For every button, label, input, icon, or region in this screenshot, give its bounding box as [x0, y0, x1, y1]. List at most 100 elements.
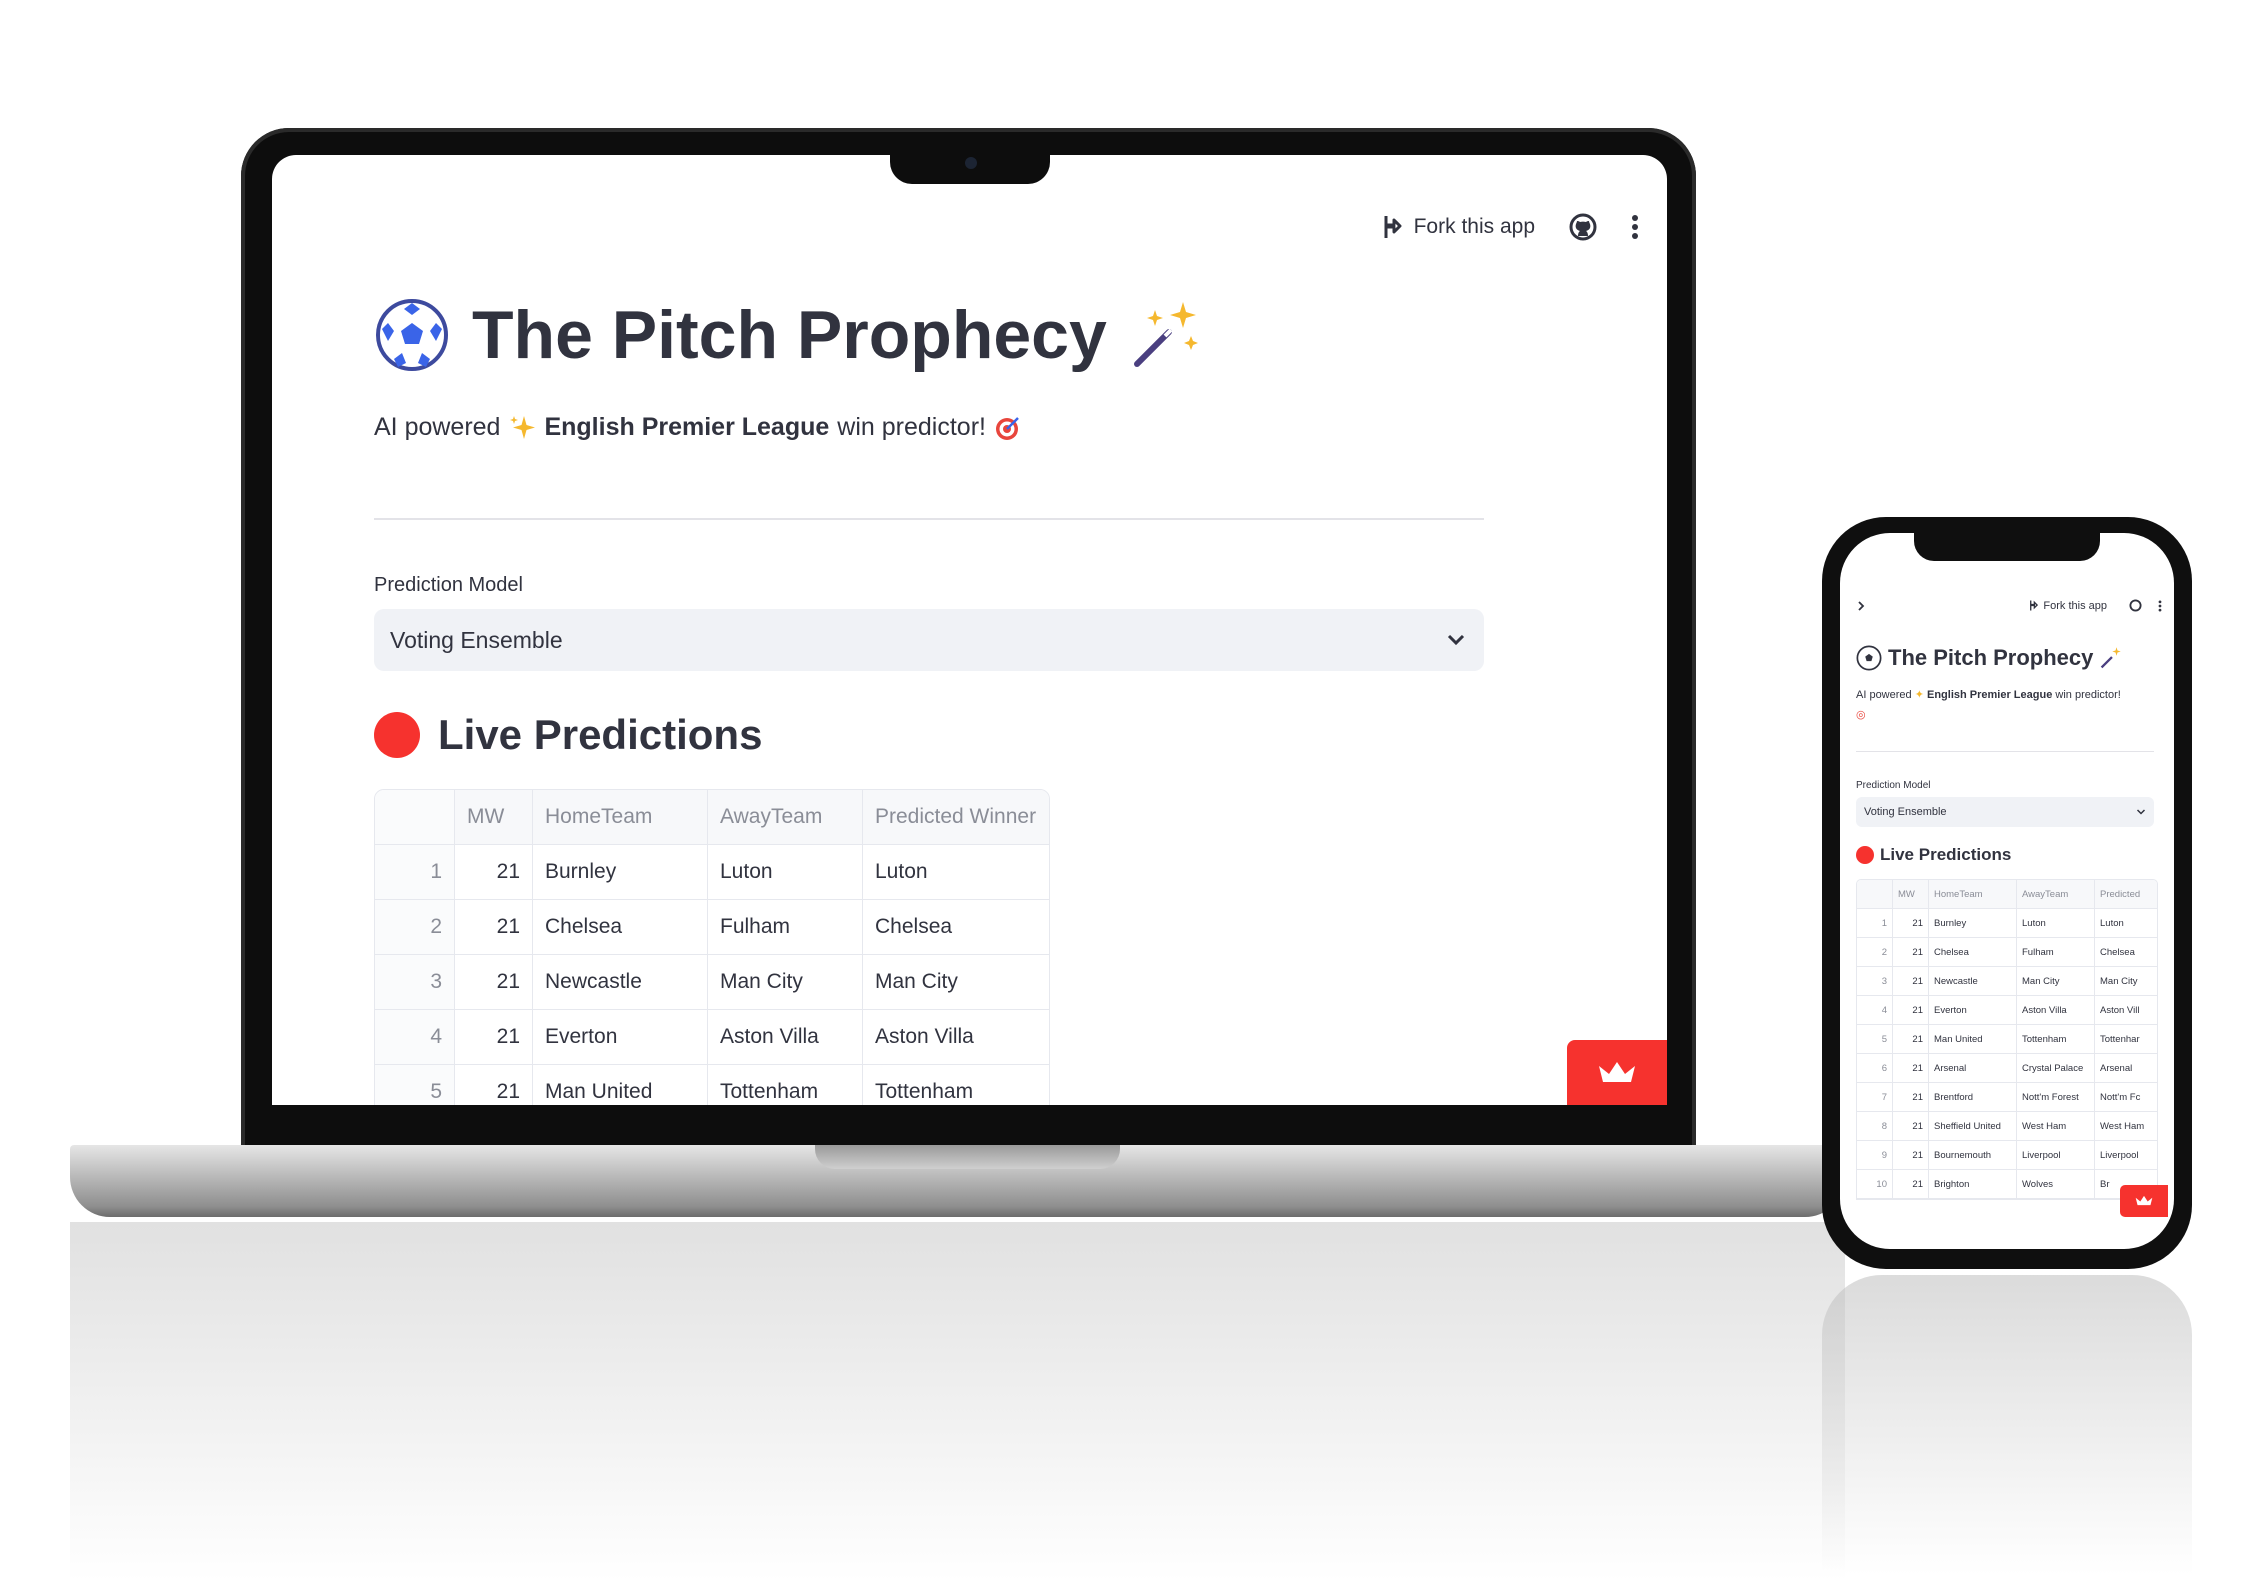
header-mw[interactable]: MW — [1893, 880, 1929, 908]
table-row[interactable]: 5 21 Man United Tottenham Tottenhar — [1857, 1025, 2157, 1054]
table-row[interactable]: 9 21 Bournemouth Liverpool Liverpool — [1857, 1141, 2157, 1170]
row-index: 9 — [1857, 1141, 1893, 1169]
table-row[interactable]: 5 21 Man United Tottenham Tottenham — [375, 1065, 1049, 1105]
header-index — [375, 790, 455, 844]
phone-streamlit-badge[interactable] — [2120, 1185, 2168, 1217]
cell-awayteam: West Ham — [2017, 1112, 2095, 1140]
table-row[interactable]: 3 21 Newcastle Man City Man City — [375, 955, 1049, 1010]
fork-icon[interactable] — [2028, 599, 2039, 612]
cell-awayteam: Wolves — [2017, 1170, 2095, 1198]
phone-subtitle-suffix: win predictor! — [2055, 689, 2121, 701]
fork-app-button[interactable]: Fork this app — [1380, 214, 1535, 240]
cell-hometeam: Chelsea — [533, 900, 708, 954]
phone-fork-label[interactable]: Fork this app — [2043, 600, 2107, 612]
cell-mw: 21 — [1893, 1025, 1929, 1053]
header-predicted-winner[interactable]: Predicted Winner — [863, 790, 1049, 844]
camera-icon — [965, 157, 977, 169]
cell-hometeam: Burnley — [533, 845, 708, 899]
live-predictions-heading: Live Predictions — [374, 711, 1484, 759]
soccer-ball-icon — [376, 299, 448, 371]
github-icon[interactable] — [2129, 599, 2142, 612]
kebab-menu-icon[interactable] — [2158, 599, 2162, 612]
github-icon[interactable] — [1569, 213, 1597, 241]
cell-hometeam: Chelsea — [1929, 938, 2017, 966]
chevron-right-icon[interactable] — [1856, 600, 1866, 612]
row-index: 10 — [1857, 1170, 1893, 1198]
cell-mw: 21 — [455, 955, 533, 1009]
row-index: 1 — [375, 845, 455, 899]
header-hometeam[interactable]: HomeTeam — [1929, 880, 2017, 908]
cell-awayteam: Aston Villa — [708, 1010, 863, 1064]
table-row[interactable]: 6 21 Arsenal Crystal Palace Arsenal — [1857, 1054, 2157, 1083]
cell-hometeam: Brentford — [1929, 1083, 2017, 1111]
row-index: 5 — [1857, 1025, 1893, 1053]
phone-table-header-row: MW HomeTeam AwayTeam Predicted — [1857, 880, 2157, 909]
prediction-model-select[interactable]: Voting Ensemble — [374, 609, 1484, 671]
table-header-row: MW HomeTeam AwayTeam Predicted Winner — [375, 790, 1049, 845]
cell-winner: Tottenhar — [2100, 1033, 2140, 1045]
phone-predictions-table[interactable]: MW HomeTeam AwayTeam Predicted 1 21 Burn… — [1856, 879, 2158, 1200]
cell-winner: Nott'm Fc — [2100, 1091, 2141, 1103]
table-row[interactable]: 1 21 Burnley Luton Luton — [375, 845, 1049, 900]
cell-awayteam: Aston Villa — [2017, 996, 2095, 1024]
cell-mw: 21 — [1893, 1112, 1929, 1140]
header-hometeam[interactable]: HomeTeam — [533, 790, 708, 844]
subtitle-bold: English Premier League — [544, 413, 830, 441]
row-index: 8 — [1857, 1112, 1893, 1140]
page-title-text: The Pitch Prophecy — [472, 297, 1107, 373]
table-row[interactable]: 7 21 Brentford Nott'm Forest Nott'm Fc — [1857, 1083, 2157, 1112]
phone-main-content: The Pitch Prophecy AI powered ✦ English … — [1856, 643, 2158, 1200]
table-row[interactable]: 4 21 Everton Aston Villa Aston Villa — [375, 1010, 1049, 1065]
header-awayteam[interactable]: AwayTeam — [708, 790, 863, 844]
table-row[interactable]: 2 21 Chelsea Fulham Chelsea — [1857, 938, 2157, 967]
cell-winner: Chelsea — [875, 915, 953, 938]
cell-hometeam: Brighton — [1929, 1170, 2017, 1198]
table-row[interactable]: 1 21 Burnley Luton Luton — [1857, 909, 2157, 938]
table-row[interactable]: 3 21 Newcastle Man City Man City — [1857, 967, 2157, 996]
kebab-menu-icon[interactable] — [1631, 214, 1639, 240]
sparkles-icon — [510, 415, 536, 439]
table-row[interactable]: 4 21 Everton Aston Villa Aston Vill — [1857, 996, 2157, 1025]
cell-mw: 21 — [1893, 1083, 1929, 1111]
header-mw[interactable]: MW — [455, 790, 533, 844]
cell-hometeam: Everton — [1929, 996, 2017, 1024]
table-row[interactable]: 8 21 Sheffield United West Ham West Ham — [1857, 1112, 2157, 1141]
cell-winner: Aston Villa — [875, 1025, 974, 1048]
cell-mw: 21 — [455, 1010, 533, 1064]
main-content: The Pitch Prophecy AI powered English Pr… — [374, 285, 1484, 1105]
header-awayteam[interactable]: AwayTeam — [2017, 880, 2095, 908]
phone-screen: Fork this app The Pitch Prophecy AI powe… — [1840, 533, 2174, 1249]
streamlit-badge[interactable] — [1567, 1040, 1667, 1105]
row-index: 2 — [1857, 938, 1893, 966]
page-title: The Pitch Prophecy — [374, 285, 1484, 385]
header-index — [1857, 880, 1893, 908]
cell-mw: 21 — [1893, 967, 1929, 995]
subtitle-prefix: AI powered — [374, 413, 501, 441]
cell-hometeam: Everton — [533, 1010, 708, 1064]
chevron-down-icon — [1447, 634, 1465, 646]
cell-winner: Arsenal — [2100, 1062, 2133, 1074]
cell-winner: Chelsea — [2100, 946, 2135, 958]
table-row[interactable]: 2 21 Chelsea Fulham Chelsea — [375, 900, 1049, 955]
row-index: 6 — [1857, 1054, 1893, 1082]
row-index: 2 — [375, 900, 455, 954]
cell-awayteam: Man City — [708, 955, 863, 1009]
table-row[interactable]: 10 21 Brighton Wolves Br — [1857, 1170, 2157, 1199]
phone-prediction-model-value: Voting Ensemble — [1864, 806, 1947, 818]
fork-app-label: Fork this app — [1413, 215, 1535, 238]
cell-awayteam: Man City — [2017, 967, 2095, 995]
phone-subtitle-bold: English Premier League — [1927, 689, 2053, 701]
red-circle-icon — [374, 712, 420, 758]
predictions-table[interactable]: MW HomeTeam AwayTeam Predicted Winner 1 … — [374, 789, 1050, 1105]
phone-notch — [1914, 533, 2100, 561]
header-predicted-winner[interactable]: Predicted — [2095, 880, 2157, 908]
row-index: 3 — [1857, 967, 1893, 995]
cell-awayteam: Liverpool — [2017, 1141, 2095, 1169]
cell-hometeam: Man United — [1929, 1025, 2017, 1053]
cell-hometeam: Burnley — [1929, 909, 2017, 937]
phone-toolbar: Fork this app — [1856, 599, 2162, 612]
phone-prediction-model-select[interactable]: Voting Ensemble — [1856, 797, 2154, 827]
target-icon: ◎ — [1856, 709, 1866, 721]
cell-hometeam: Newcastle — [1929, 967, 2017, 995]
cell-mw: 21 — [1893, 1054, 1929, 1082]
